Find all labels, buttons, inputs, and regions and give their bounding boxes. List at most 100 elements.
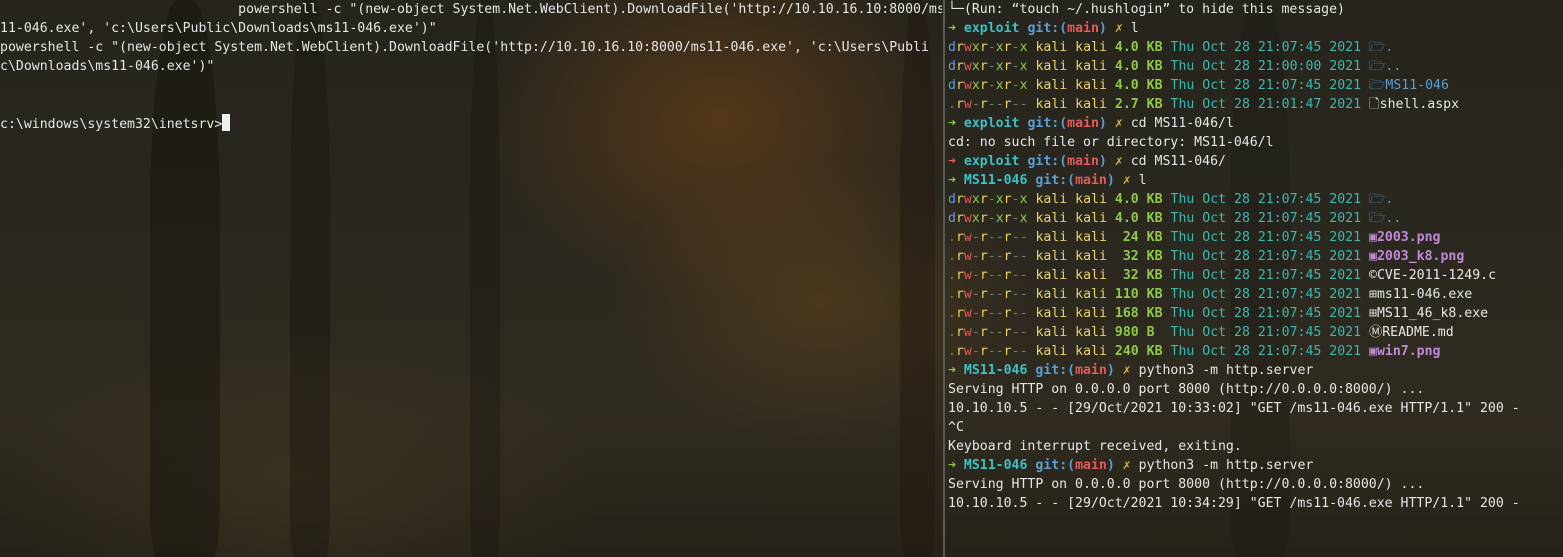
permission-char: r [979,249,988,264]
file-permissions: .rw-r--r-- [948,249,1028,264]
permission-char: r [1003,287,1012,302]
file-list-row: drwxr-xr-x kali kali 4.0 KB Thu Oct 28 2… [948,57,1563,76]
git-dirty-icon: ✗ [1122,363,1131,378]
terminal-line: 10.10.10.5 - - [29/Oct/2021 10:34:29] "G… [948,494,1563,513]
prompt-arrow-icon: ➜ [948,21,956,36]
permission-char: r [1003,268,1012,283]
permission-char: w [963,97,972,112]
git-label-close: ) [1106,458,1115,473]
file-date: Thu Oct 28 21:07:45 2021 [1170,211,1362,226]
permission-char: r [955,192,964,207]
folder-open-icon: 🗁 [1369,40,1386,55]
permission-char: x [1019,59,1028,74]
permission-char: r [979,211,988,226]
permission-char: r [979,268,988,283]
prompt-line: ➜ exploit git:(main) ✗ cd MS11-046/l [948,114,1563,133]
permission-char: r [979,325,988,340]
permission-char: w [963,325,972,340]
permission-char: - [971,287,980,302]
file-permissions: drwxr-xr-x [948,211,1028,226]
git-dirty-icon: ✗ [1122,173,1131,188]
permission-char: w [963,40,972,55]
prompt-arrow-icon: ➜ [948,173,956,188]
text-cursor[interactable] [222,114,231,131]
pane-divider[interactable] [943,0,945,557]
permission-char: r [979,306,988,321]
permission-char: r [1003,192,1012,207]
file-size: 24 KB [1114,230,1163,245]
file-date: Thu Oct 28 21:07:45 2021 [1170,287,1362,302]
permission-char: . [948,325,956,340]
permission-char: - [987,59,996,74]
file-owner: kali kali [1035,192,1107,207]
file-owner: kali kali [1035,78,1107,93]
file-permissions: drwxr-xr-x [948,192,1028,207]
permission-char: r [979,230,988,245]
windows-icon: ⊞ [1369,287,1377,302]
file-list-row: drwxr-xr-x kali kali 4.0 KB Thu Oct 28 2… [948,76,1563,95]
prompt-arrow-icon: ➜ [948,363,956,378]
permission-char: . [948,97,956,112]
permission-char: - [987,211,996,226]
left-terminal-pane[interactable]: powershell -c "(new-object System.Net.We… [0,0,942,557]
permission-char: . [948,268,956,283]
image-icon: ▣ [1369,344,1377,359]
file-size: 4.0 KB [1114,40,1163,55]
file-name: CVE-2011-1249.c [1376,268,1497,283]
prompt-directory: exploit [963,21,1020,36]
git-label-close: ) [1098,21,1107,36]
permission-char: w [963,268,972,283]
permission-char: x [1019,40,1028,55]
file-name: . [1385,40,1394,55]
permission-char: - [1011,40,1020,55]
permission-char: - [1019,344,1028,359]
permission-char: - [1011,97,1020,112]
file-owner: kali kali [1035,344,1107,359]
permission-char: - [971,325,980,340]
permission-char: - [971,97,980,112]
permission-char: . [948,287,956,302]
permission-char: d [948,40,956,55]
file-permissions: .rw-r--r-- [948,97,1028,112]
permission-char: x [995,211,1004,226]
permission-char: . [948,306,956,321]
file-date: Thu Oct 28 21:07:45 2021 [1170,306,1362,321]
file-list-row: drwxr-xr-x kali kali 4.0 KB Thu Oct 28 2… [948,209,1563,228]
file-owner: kali kali [1035,211,1107,226]
permission-char: r [979,40,988,55]
permission-char: - [1011,211,1020,226]
image-icon: ▣ [1369,249,1377,264]
terminal-text: └─(Run: “touch ~/.hushlogin” to hide thi… [948,2,1345,17]
file-owner: kali kali [1035,97,1107,112]
folder-open-icon: 🗁 [1369,59,1386,74]
prompt-command: l [1138,173,1147,188]
permission-char: r [979,78,988,93]
git-branch: main [1075,458,1107,473]
file-list-row: drwxr-xr-x kali kali 4.0 KB Thu Oct 28 2… [948,190,1563,209]
terminal-text: 10.10.10.5 - - [29/Oct/2021 10:33:02] "G… [948,401,1520,416]
file-date: Thu Oct 28 21:00:00 2021 [1170,59,1362,74]
prompt-command: l [1130,21,1139,36]
file-size: 2.7 KB [1114,97,1163,112]
permission-char: r [1003,211,1012,226]
permission-char: - [1011,230,1020,245]
right-terminal-pane[interactable]: └─(Run: “touch ~/.hushlogin” to hide thi… [948,0,1563,557]
permission-char: - [995,325,1004,340]
permission-char: x [971,40,980,55]
permission-char: - [987,192,996,207]
folder-open-icon: 🗁 [1369,192,1386,207]
permission-char: - [1011,268,1020,283]
file-name: 2003_k8.png [1376,249,1465,264]
permission-char: - [971,230,980,245]
terminal-line: powershell -c "(new-object System.Net.We… [0,38,942,57]
file-owner: kali kali [1035,306,1107,321]
permission-char: d [948,59,956,74]
file-date: Thu Oct 28 21:07:45 2021 [1170,78,1362,93]
terminal-text: cd: no such file or directory: MS11-046/… [948,135,1274,150]
permission-char: r [1003,344,1012,359]
terminal-text: 11-046.exe', 'c:\Users\Public\Downloads\… [0,21,437,36]
permission-char: x [995,78,1004,93]
prompt-command: cd MS11-046/l [1130,116,1234,131]
file-size: 110 KB [1114,287,1163,302]
permission-char: r [955,40,964,55]
